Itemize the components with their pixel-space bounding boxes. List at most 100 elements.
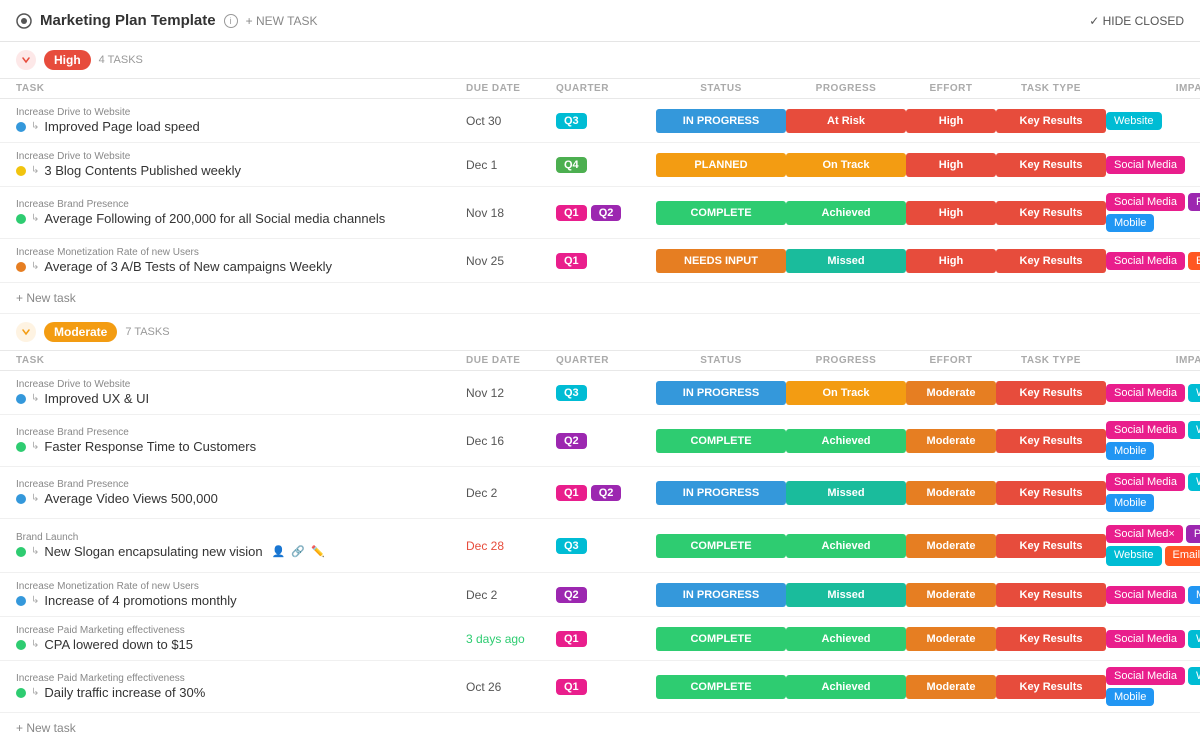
impact-tag[interactable]: Social Media	[1106, 156, 1185, 174]
tasktype-badge[interactable]: Key Results	[996, 583, 1106, 607]
effort-badge[interactable]: Moderate	[906, 627, 996, 651]
effort-badge[interactable]: Moderate	[906, 534, 996, 558]
tasktype-badge[interactable]: Key Results	[996, 534, 1106, 558]
quarter-tag[interactable]: Q2	[556, 433, 587, 449]
progress-badge[interactable]: Achieved	[786, 534, 906, 558]
quarter-tag[interactable]: Q2	[556, 587, 587, 603]
group-toggle-moderate[interactable]	[16, 322, 36, 342]
new-task-button-moderate[interactable]: + New task	[0, 713, 1200, 742]
quarter-tag[interactable]: Q4	[556, 157, 587, 173]
progress-badge[interactable]: Missed	[786, 583, 906, 607]
effort-badge[interactable]: Moderate	[906, 381, 996, 405]
tasktype-badge[interactable]: Key Results	[996, 153, 1106, 177]
assign-icon[interactable]: 👤	[272, 545, 286, 558]
progress-badge[interactable]: On Track	[786, 381, 906, 405]
impact-tag[interactable]: Social Media	[1106, 384, 1185, 402]
status-badge[interactable]: IN PROGRESS	[656, 583, 786, 607]
col-headers-moderate: TASK DUE DATE QUARTER STATUS PROGRESS EF…	[0, 351, 1200, 371]
impact-tag[interactable]: Mobile	[1188, 586, 1200, 604]
tasktype-badge[interactable]: Key Results	[996, 201, 1106, 225]
progress-badge[interactable]: At Risk	[786, 109, 906, 133]
impact-tag[interactable]: Website	[1106, 112, 1162, 130]
tasktype-badge[interactable]: Key Results	[996, 627, 1106, 651]
impact-tag[interactable]: Social Media	[1106, 667, 1185, 685]
impact-tag[interactable]: Social Media	[1106, 586, 1185, 604]
tasktype-badge[interactable]: Key Results	[996, 249, 1106, 273]
impact-tag[interactable]: Website	[1188, 667, 1200, 685]
quarter-tag[interactable]: Q3	[556, 385, 587, 401]
impact-tag[interactable]: Mobile	[1106, 442, 1154, 460]
status-badge[interactable]: NEEDS INPUT	[656, 249, 786, 273]
quarter-tag[interactable]: Q2	[591, 205, 622, 221]
effort-badge[interactable]: High	[906, 201, 996, 225]
progress-badge[interactable]: On Track	[786, 153, 906, 177]
task-parent: Increase Brand Presence	[16, 427, 466, 438]
progress-badge[interactable]: Missed	[786, 249, 906, 273]
impact-tag[interactable]: Social Media	[1106, 630, 1185, 648]
quarter-tag[interactable]: Q1	[556, 485, 587, 501]
tasktype-badge[interactable]: Key Results	[996, 481, 1106, 505]
task-type: Key Results	[996, 201, 1106, 225]
status-badge[interactable]: PLANNED	[656, 153, 786, 177]
quarter-tag[interactable]: Q1	[556, 253, 587, 269]
status-badge[interactable]: COMPLETE	[656, 201, 786, 225]
tasktype-badge[interactable]: Key Results	[996, 675, 1106, 699]
impact-tag[interactable]: Print Media	[1186, 525, 1200, 543]
task-progress: Missed	[786, 481, 906, 505]
table-row: Increase Drive to Website ↳ 3 Blog Conte…	[0, 143, 1200, 187]
impact-tag[interactable]: Website	[1188, 630, 1200, 648]
status-badge[interactable]: IN PROGRESS	[656, 481, 786, 505]
progress-badge[interactable]: Achieved	[786, 675, 906, 699]
info-icon[interactable]: i	[224, 14, 238, 28]
group-toggle-high[interactable]	[16, 50, 36, 70]
new-task-button-high[interactable]: + New task	[0, 283, 1200, 314]
status-badge[interactable]: COMPLETE	[656, 429, 786, 453]
impact-tag[interactable]: Social Media	[1106, 473, 1185, 491]
hide-closed-button[interactable]: ✓ HIDE CLOSED	[1089, 14, 1184, 28]
quarter-tag[interactable]: Q1	[556, 679, 587, 695]
effort-badge[interactable]: High	[906, 153, 996, 177]
tasktype-badge[interactable]: Key Results	[996, 429, 1106, 453]
quarter-tag[interactable]: Q1	[556, 205, 587, 221]
impact-tag[interactable]: Mobile	[1106, 688, 1154, 706]
progress-badge[interactable]: Missed	[786, 481, 906, 505]
impact-tag[interactable]: Social Media	[1106, 193, 1185, 211]
effort-badge[interactable]: Moderate	[906, 481, 996, 505]
tasktype-badge[interactable]: Key Results	[996, 109, 1106, 133]
status-badge[interactable]: COMPLETE	[656, 627, 786, 651]
effort-badge[interactable]: Moderate	[906, 675, 996, 699]
link-icon[interactable]: 🔗	[291, 545, 305, 558]
impact-tag[interactable]: Print Media	[1188, 193, 1200, 211]
quarter-tag[interactable]: Q1	[556, 631, 587, 647]
status-badge[interactable]: COMPLETE	[656, 675, 786, 699]
effort-badge[interactable]: High	[906, 109, 996, 133]
progress-badge[interactable]: Achieved	[786, 627, 906, 651]
status-badge[interactable]: COMPLETE	[656, 534, 786, 558]
task-progress: Missed	[786, 583, 906, 607]
edit-icon[interactable]: ✏️	[311, 545, 325, 558]
impact-tag[interactable]: Website	[1188, 384, 1200, 402]
effort-badge[interactable]: Moderate	[906, 429, 996, 453]
effort-badge[interactable]: Moderate	[906, 583, 996, 607]
impact-tag[interactable]: Website	[1106, 546, 1162, 566]
quarter-tag[interactable]: Q3	[556, 113, 587, 129]
impact-tag[interactable]: Social Media	[1106, 252, 1185, 270]
impact-tag[interactable]: Mobile	[1106, 494, 1154, 512]
progress-badge[interactable]: Achieved	[786, 201, 906, 225]
impact-tag[interactable]: Website	[1188, 473, 1200, 491]
quarter-tag[interactable]: Q3	[556, 538, 587, 554]
progress-badge[interactable]: Achieved	[786, 429, 906, 453]
impact-tag[interactable]: Social Media	[1106, 421, 1185, 439]
status-badge[interactable]: IN PROGRESS	[656, 109, 786, 133]
status-badge[interactable]: IN PROGRESS	[656, 381, 786, 405]
header: Marketing Plan Template i + NEW TASK ✓ H…	[0, 0, 1200, 42]
impact-tag[interactable]: Website	[1188, 421, 1200, 439]
impact-tag[interactable]: Email	[1188, 252, 1200, 270]
impact-tag[interactable]: Social Med×	[1106, 525, 1183, 543]
tasktype-badge[interactable]: Key Results	[996, 381, 1106, 405]
quarter-tag[interactable]: Q2	[591, 485, 622, 501]
effort-badge[interactable]: High	[906, 249, 996, 273]
impact-tag[interactable]: Email	[1165, 546, 1200, 566]
impact-tag[interactable]: Mobile	[1106, 214, 1154, 232]
new-task-header-button[interactable]: + NEW TASK	[246, 14, 318, 28]
